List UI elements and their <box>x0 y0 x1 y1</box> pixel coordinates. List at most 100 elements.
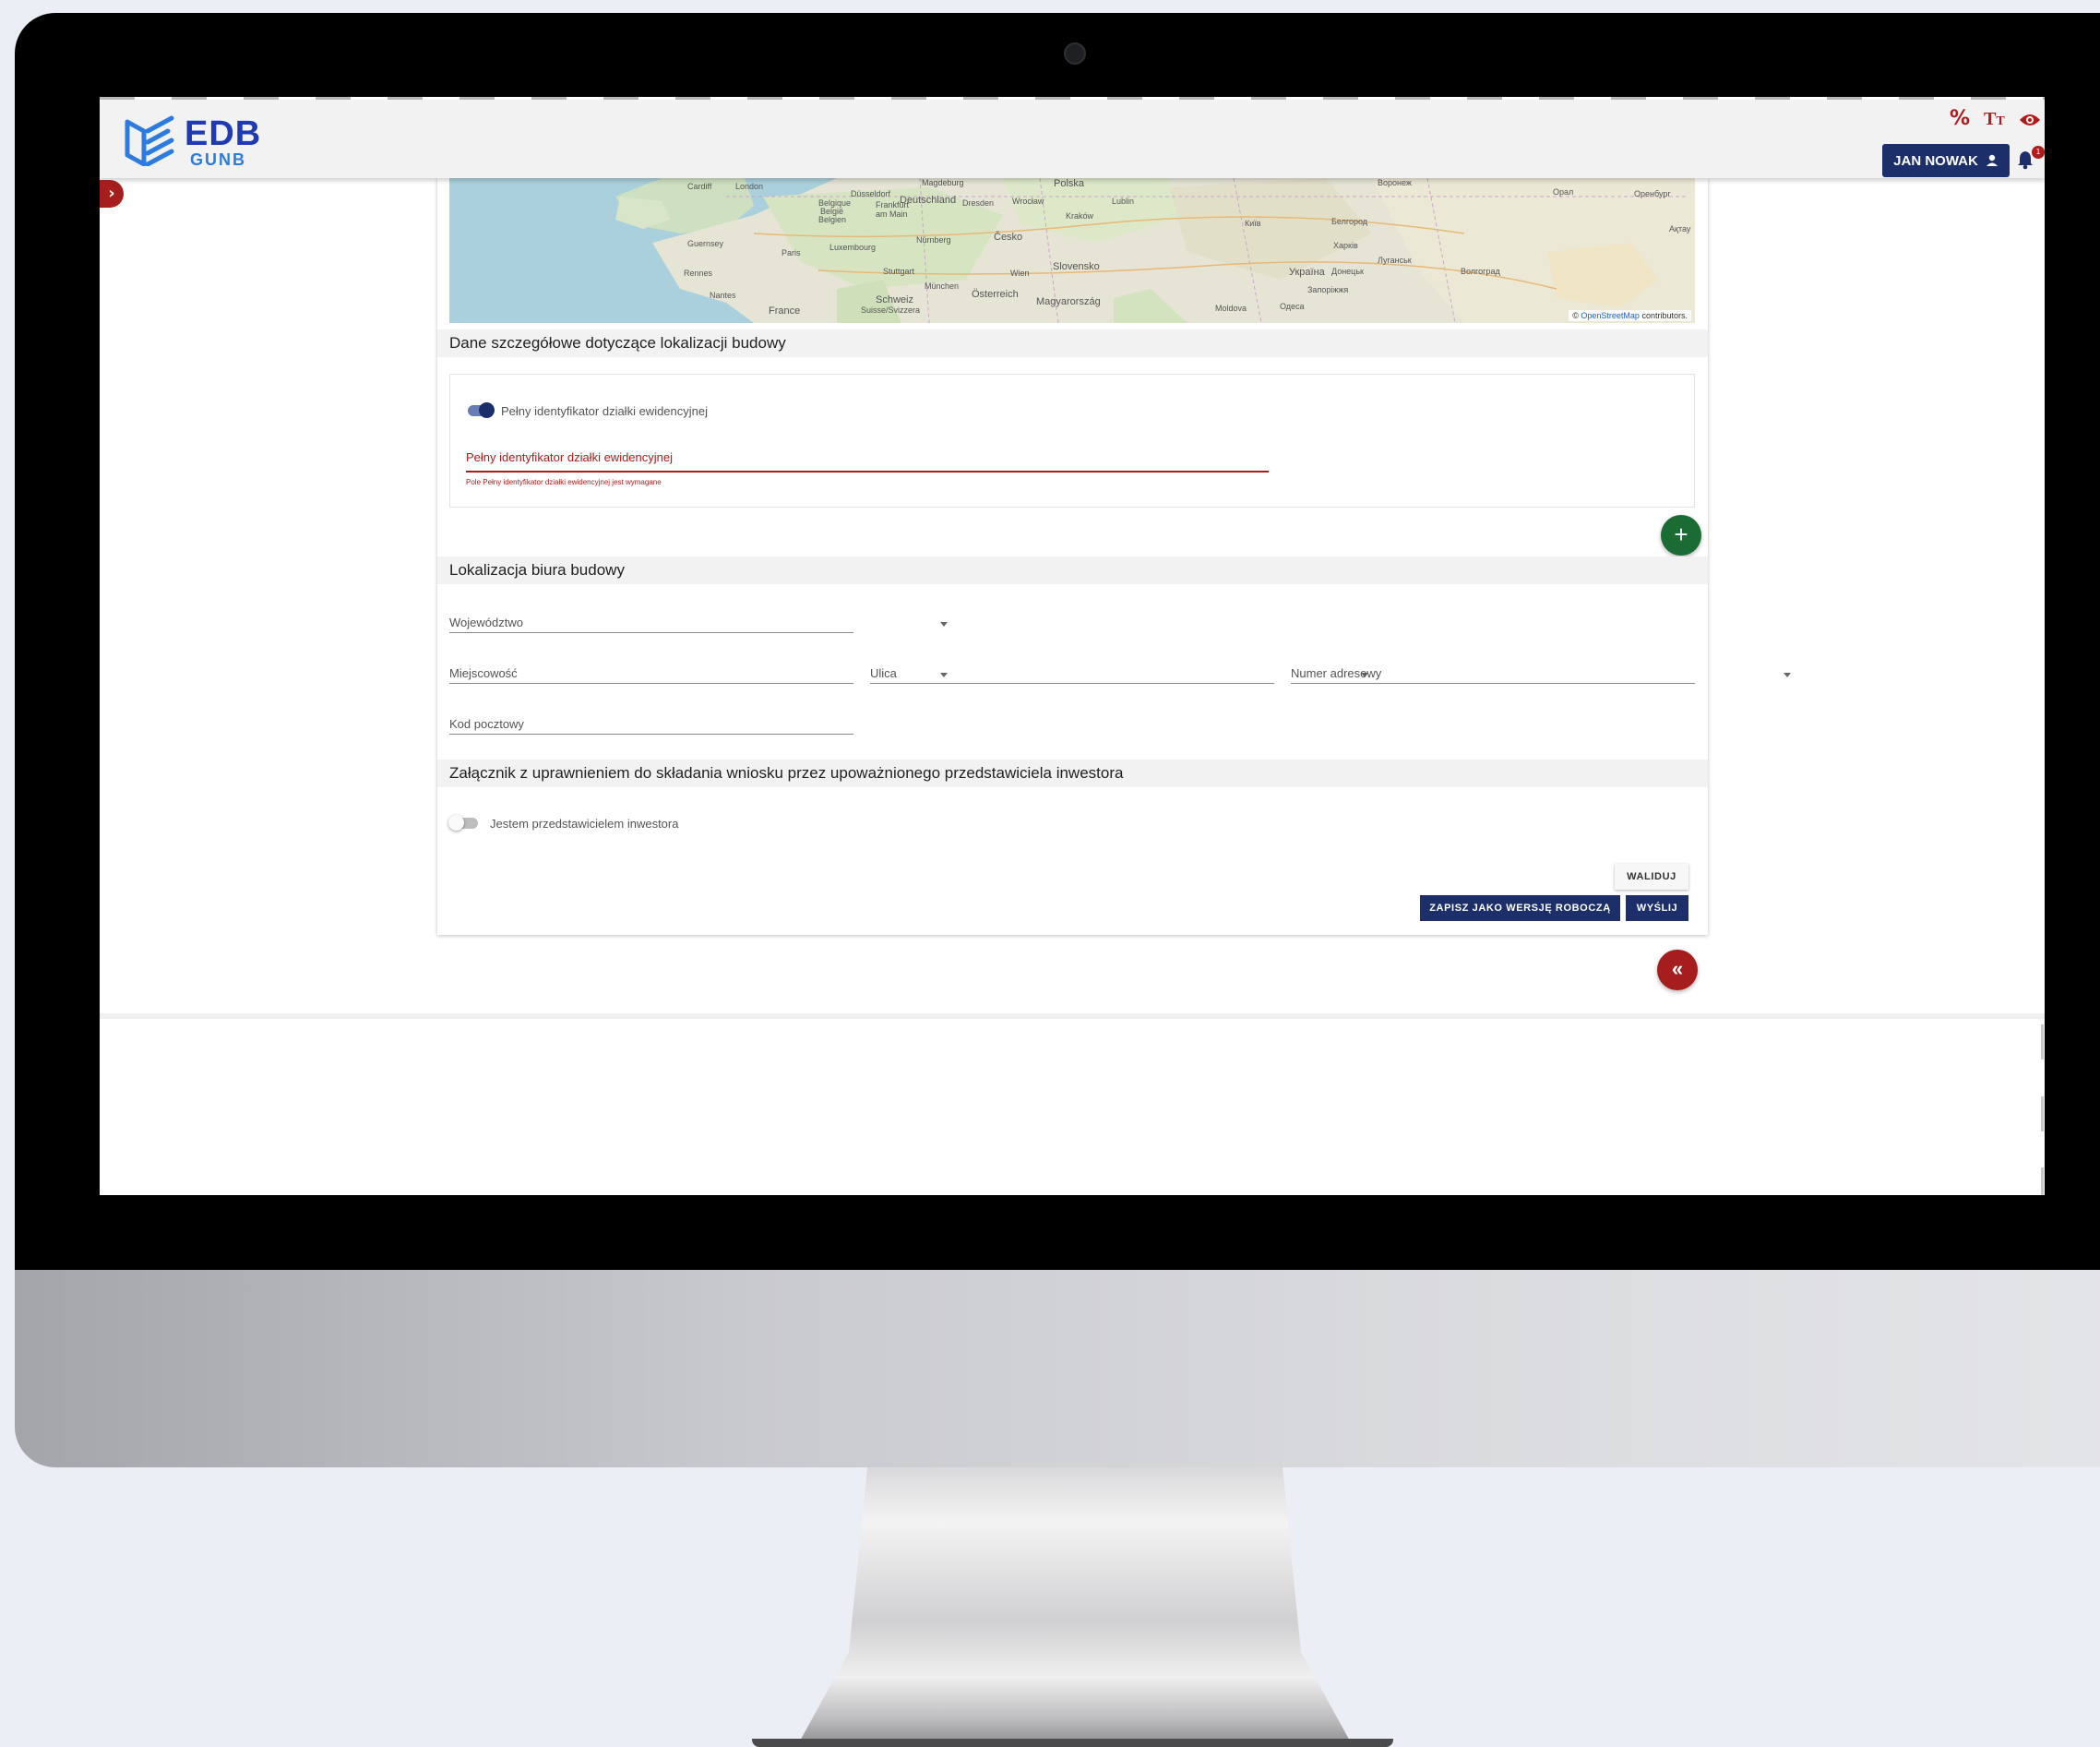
toggle-thumb <box>479 402 495 418</box>
map-label: Belgien <box>818 215 847 224</box>
map-label: Lublin <box>1112 197 1135 206</box>
map-label: Харків <box>1333 241 1358 250</box>
full-id-toggle[interactable] <box>466 402 497 419</box>
map-view[interactable]: London Cardiff Magdeburg Düsseldorf Deut… <box>449 178 1695 323</box>
user-icon <box>1986 154 1998 166</box>
attribution-prefix: © <box>1572 311 1579 320</box>
form-card: London Cardiff Magdeburg Düsseldorf Deut… <box>437 178 1791 935</box>
address-number-underline <box>1291 683 1695 684</box>
postcode-input[interactable] <box>449 713 857 736</box>
double-chevron-left-icon: « <box>1671 957 1684 980</box>
map-label: Kraków <box>1066 211 1094 221</box>
sidebar-expand-button[interactable]: › <box>100 180 124 208</box>
map-label: Luxembourg <box>829 243 877 252</box>
map-label: Донецьк <box>1331 267 1364 276</box>
book-logo-icon <box>125 115 174 166</box>
map-label: Česko <box>994 232 1023 243</box>
scrollbar-mark[interactable] <box>2041 1167 2044 1195</box>
scrollbar-mark[interactable] <box>2041 1024 2044 1059</box>
accessibility-icon[interactable]: % <box>1950 107 1970 130</box>
save-draft-button[interactable]: ZAPISZ JAKO WERSJĘ ROBOCZĄ <box>1420 895 1620 921</box>
map-label: Rennes <box>684 269 713 278</box>
full-id-input[interactable] <box>466 449 1272 471</box>
map-label: Запоріжжя <box>1307 285 1349 294</box>
page-bottom <box>100 1013 2045 1195</box>
map-labels: London Cardiff Magdeburg Düsseldorf Deut… <box>449 178 1695 323</box>
voivodeship-underline <box>449 632 853 633</box>
map-label: Magyarország <box>1036 296 1101 307</box>
full-id-toggle-label: Pełny identyfikator działki ewidencyjnej <box>501 404 709 418</box>
validate-button[interactable]: WALIDUJ <box>1615 864 1688 890</box>
map-label: Cardiff <box>687 182 712 191</box>
attribution-suffix: contributors. <box>1641 311 1688 320</box>
investor-rep-label: Jestem przedstawicielem inwestora <box>490 817 679 831</box>
map-label: Slovensko <box>1053 261 1100 272</box>
map-label: Wien <box>1010 269 1030 278</box>
map-label: London <box>735 182 764 191</box>
city-underline <box>449 683 853 684</box>
map-label: France <box>769 305 801 317</box>
parcel-box: Pełny identyfikator działki ewidencyjnej… <box>449 374 1695 508</box>
contrast-eye-icon[interactable] <box>2019 113 2041 127</box>
voivodeship-select[interactable] <box>449 612 853 632</box>
map-attribution: © OpenStreetMap contributors. <box>1569 310 1691 321</box>
map-label: Воронеж <box>1378 178 1412 187</box>
attachment-section-title: Załącznik z uprawnieniem do składania wn… <box>437 760 1708 787</box>
map-label: Österreich <box>972 289 1019 300</box>
send-button[interactable]: WYŚLIJ <box>1626 895 1688 921</box>
scrollbar-mark[interactable] <box>2041 1096 2044 1131</box>
full-id-underline <box>466 471 1269 473</box>
map-label: Dresden <box>962 198 995 208</box>
monitor-stand-base <box>752 1739 1393 1747</box>
map-label: Київ <box>1245 219 1261 228</box>
map-label: Suisse/Svizzera <box>861 305 921 315</box>
map-label: München <box>925 281 960 291</box>
logo-text: EDB <box>185 114 262 153</box>
edb-gunb-logo[interactable]: EDB GUNB <box>124 113 271 170</box>
map-label: Frankfurt am Main <box>876 200 910 219</box>
parcel-section-title: Dane szczegółowe dotyczące lokalizacji b… <box>437 329 1708 357</box>
map-label: Schweiz <box>876 294 913 305</box>
map-label: Белгород <box>1331 217 1368 226</box>
map-label: Оренбург <box>1634 189 1671 198</box>
webcam <box>1064 42 1086 65</box>
user-name: JAN NOWAK <box>1893 152 1978 169</box>
map-label: Stuttgart <box>883 267 915 276</box>
notification-badge: 1 <box>2032 146 2045 159</box>
map-label: Magdeburg <box>922 178 964 187</box>
map-label: Одеса <box>1280 302 1305 311</box>
map-label: Polska <box>1054 178 1085 189</box>
voivodeship-dropdown-icon[interactable] <box>940 622 948 627</box>
logo-subtext: GUNB <box>190 150 246 169</box>
user-menu-button[interactable]: JAN NOWAK <box>1882 144 2010 177</box>
map-label: Луганськ <box>1378 256 1412 265</box>
map-label: Guernsey <box>687 239 724 248</box>
office-section-title: Lokalizacja biura budowy <box>437 556 1708 584</box>
map-label: Moldova <box>1215 304 1247 313</box>
street-select[interactable] <box>870 663 1274 683</box>
toggle-thumb <box>448 815 464 831</box>
chevron-right-icon: › <box>108 184 115 203</box>
map-label: Волгоград <box>1461 267 1500 276</box>
full-id-error: Pole Pełny identyfikator działki ewidenc… <box>466 478 662 486</box>
address-number-dropdown-icon[interactable] <box>1784 673 1791 677</box>
app-header: EDB GUNB % TT JAN NOWAK 1 <box>100 100 2045 178</box>
monitor-stand <box>798 1467 1352 1744</box>
font-size-icon[interactable]: TT <box>1984 109 2005 130</box>
plus-icon: + <box>1674 521 1688 548</box>
map-label: Україна <box>1289 267 1325 278</box>
openstreetmap-link[interactable]: OpenStreetMap <box>1581 311 1640 320</box>
address-number-select[interactable] <box>1291 663 1695 683</box>
city-select[interactable] <box>449 663 853 683</box>
map-label: Ақтау <box>1669 224 1691 233</box>
collapse-button[interactable]: « <box>1657 950 1698 990</box>
investor-rep-toggle[interactable] <box>448 815 480 832</box>
map-label: Орал <box>1553 187 1574 197</box>
investor-rep-toggle[interactable] <box>448 903 480 920</box>
map-label: Paris <box>782 248 801 257</box>
map-label: Wrocław <box>1012 197 1044 206</box>
add-parcel-button[interactable]: + <box>1661 515 1701 556</box>
map-label: Nürnberg <box>916 235 951 245</box>
street-underline <box>870 683 1274 684</box>
monitor-chin <box>15 1270 2100 1467</box>
